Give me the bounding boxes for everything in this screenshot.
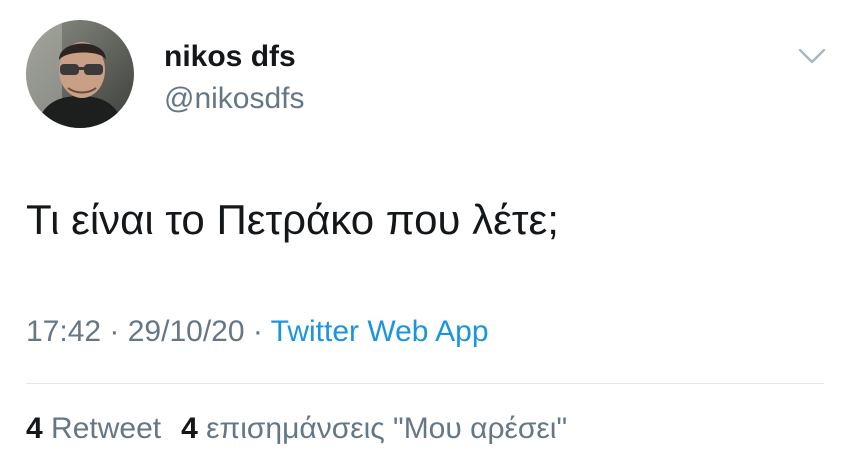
avatar[interactable] [26, 20, 134, 128]
likes-stat[interactable]: 4 επισημάνσεις "Μου αρέσει" [181, 412, 567, 445]
retweet-label: Retweet [51, 412, 162, 445]
tweet-stats: 4 Retweet 4 επισημάνσεις "Μου αρέσει" [26, 412, 567, 446]
profile-photo [26, 20, 134, 128]
meta-separator: · [244, 315, 271, 348]
tweet-text: Τι είναι το Πετράκο που λέτε; [26, 196, 559, 243]
chevron-down-icon[interactable] [797, 46, 827, 66]
retweets-stat[interactable]: 4 Retweet [26, 412, 161, 445]
meta-separator: · [101, 315, 128, 348]
user-handle[interactable]: @nikosdfs [164, 82, 305, 116]
tweet-card: nikos dfs @nikosdfs Τι είναι το Πετράκο … [0, 0, 860, 467]
divider [26, 383, 824, 384]
tweet-meta: 17:42 · 29/10/20 · Twitter Web App [26, 315, 489, 349]
tweet-source-link[interactable]: Twitter Web App [271, 315, 489, 348]
tweet-time[interactable]: 17:42 [26, 315, 101, 348]
display-name[interactable]: nikos dfs [164, 40, 296, 74]
likes-label: επισημάνσεις "Μου αρέσει" [206, 412, 568, 445]
likes-count: 4 [181, 412, 198, 445]
retweet-count: 4 [26, 412, 43, 445]
tweet-date[interactable]: 29/10/20 [128, 315, 245, 348]
